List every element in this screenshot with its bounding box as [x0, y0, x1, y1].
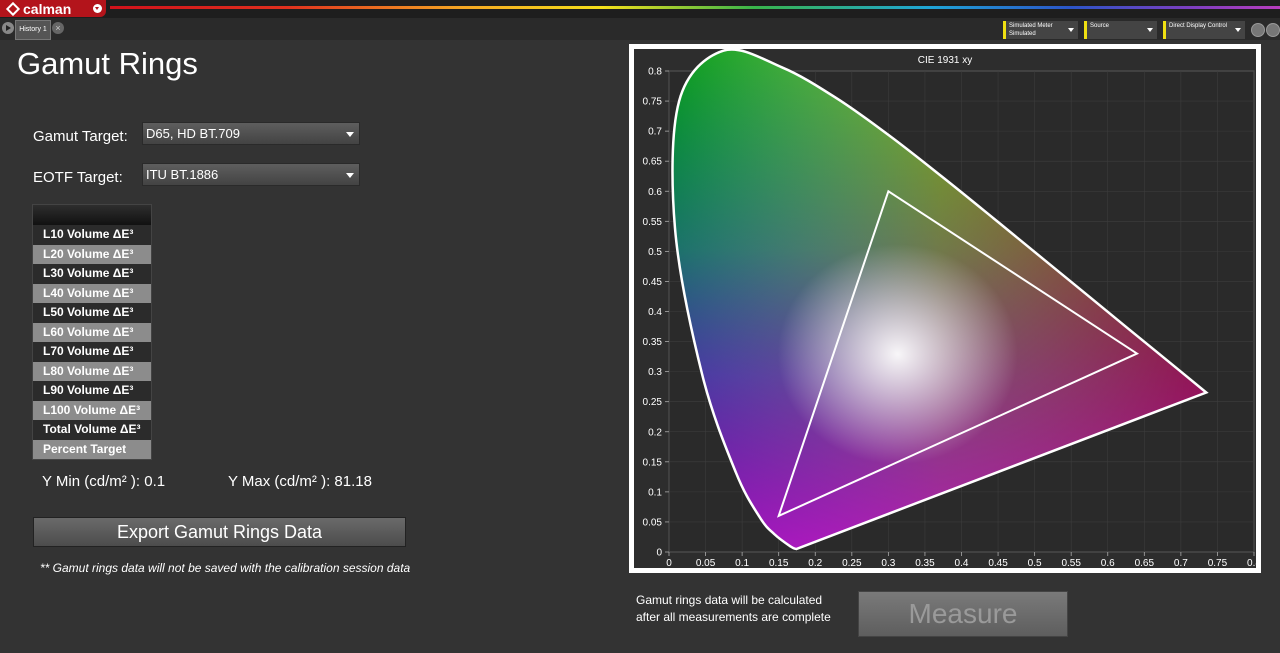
y-tick-label: 0.6	[648, 187, 662, 198]
cie-chart-svg: 0 0.05 0.1 0.15 0.2 0.25 0.3 0.35 0.4 0.45 0.5 0.55…	[643, 48, 1261, 569]
calman-logo-icon	[5, 1, 21, 16]
meter-sublabel: Simulated	[1009, 31, 1036, 37]
gamut-target-label: Gamut Target:	[33, 128, 128, 145]
y-tick-label: 0.8	[648, 67, 662, 78]
list-item[interactable]: Percent Target	[33, 439, 151, 459]
status-line-1: Gamut rings data will be calculated	[636, 593, 823, 607]
chevron-down-icon	[1235, 28, 1241, 32]
eotf-target-label: EOTF Target:	[33, 169, 123, 186]
list-item[interactable]: L100 Volume ΔE³	[33, 400, 151, 420]
y-tick-label: 0.05	[643, 517, 663, 528]
metrics-list: L10 Volume ΔE³ L20 Volume ΔE³ L30 Volume…	[32, 204, 152, 460]
page-title: Gamut Rings	[17, 46, 198, 81]
status-line-2: after all measurements are complete	[636, 610, 831, 624]
metrics-list-header	[33, 205, 151, 225]
status-text: Gamut rings data will be calculated afte…	[636, 592, 831, 626]
list-item[interactable]: L90 Volume ΔE³	[33, 381, 151, 401]
chevron-down-icon	[346, 132, 354, 137]
chevron-down-icon	[93, 4, 102, 13]
export-gamut-rings-button[interactable]: Export Gamut Rings Data	[33, 517, 406, 547]
chevron-down-icon	[1147, 28, 1153, 32]
x-tick-label: 0.1	[735, 558, 749, 568]
chart-title: CIE 1931 xy	[918, 55, 972, 66]
source-selector[interactable]: Source	[1084, 21, 1157, 39]
eotf-target-value: ITU BT.1886	[146, 167, 219, 182]
y-tick-label: 0.1	[648, 487, 662, 498]
list-item[interactable]: L10 Volume ΔE³	[33, 225, 151, 245]
session-note: ** Gamut rings data will not be saved wi…	[40, 561, 411, 575]
y-tick-label: 0.35	[643, 337, 663, 348]
cie-chart-frame: 0 0.05 0.1 0.15 0.2 0.25 0.3 0.35 0.4 0.45 0.5 0.55…	[629, 44, 1261, 573]
x-tick-label: 0.5	[1028, 558, 1042, 568]
tab-history-1[interactable]: History 1	[15, 20, 51, 40]
list-item[interactable]: L70 Volume ΔE³	[33, 342, 151, 362]
list-item[interactable]: L60 Volume ΔE³	[33, 322, 151, 342]
list-item[interactable]: L20 Volume ΔE³	[33, 244, 151, 264]
x-tick-label: 0.05	[696, 558, 716, 568]
app-menu-button[interactable]: calman	[0, 0, 106, 17]
x-tick-label: 0.2	[808, 558, 822, 568]
list-item[interactable]: Total Volume ΔE³	[33, 420, 151, 440]
y-tick-label: 0.4	[648, 307, 662, 318]
x-tick-label: 0.15	[769, 558, 789, 568]
x-tick-label: 0	[666, 558, 672, 568]
y-tick-label: 0.75	[643, 97, 663, 108]
display-control-selector[interactable]: Direct Display Control	[1163, 21, 1245, 39]
x-tick-label: 0.45	[988, 558, 1008, 568]
y-tick-label: 0.3	[648, 367, 662, 378]
x-tick-label: 0.65	[1135, 558, 1155, 568]
title-bar: calman	[0, 0, 1280, 18]
y-tick-label: 0.25	[643, 397, 663, 408]
y-min-readout: Y Min (cd/m² ): 0.1	[42, 473, 166, 490]
x-tick-label: 0.25	[842, 558, 862, 568]
y-tick-label: 0.7	[648, 127, 662, 138]
chevron-down-icon	[346, 173, 354, 178]
list-item[interactable]: L30 Volume ΔE³	[33, 264, 151, 284]
x-tick-label: 0.75	[1208, 558, 1228, 568]
y-tick-label: 0.5	[648, 247, 662, 258]
meter-selector[interactable]: Simulated Meter Simulated	[1003, 21, 1078, 39]
y-tick-label: 0.2	[648, 427, 662, 438]
y-tick-label: 0.15	[643, 457, 663, 468]
list-item[interactable]: L40 Volume ΔE³	[33, 283, 151, 303]
x-tick-label: 0.35	[915, 558, 935, 568]
display-control-label: Direct Display Control	[1169, 23, 1228, 29]
source-label: Source	[1090, 23, 1110, 29]
gamut-target-select[interactable]: D65, HD BT.709	[142, 122, 360, 145]
y-tick-label: 0.45	[643, 277, 663, 288]
list-item[interactable]: L80 Volume ΔE³	[33, 361, 151, 381]
x-tick-label: 0.3	[881, 558, 895, 568]
app-name: calman	[23, 0, 72, 17]
eotf-target-select[interactable]: ITU BT.1886	[142, 163, 360, 186]
close-tab-icon[interactable]: ×	[52, 22, 64, 34]
x-tick-label: 0.6	[1101, 558, 1115, 568]
meter-label: Simulated Meter	[1009, 23, 1053, 29]
rainbow-stripe	[110, 6, 1280, 9]
y-max-readout: Y Max (cd/m² ): 81.18	[228, 473, 372, 490]
settings-icon[interactable]	[1251, 23, 1265, 37]
measure-button[interactable]: Measure	[858, 591, 1068, 637]
x-tick-label: 0.8	[1247, 558, 1256, 568]
list-item[interactable]: L50 Volume ΔE³	[33, 303, 151, 323]
x-tick-label: 0.55	[1061, 558, 1081, 568]
chevron-down-icon	[1068, 28, 1074, 32]
y-tick-label: 0	[656, 548, 662, 559]
play-icon[interactable]	[2, 22, 14, 34]
more-icon[interactable]	[1266, 23, 1280, 37]
y-tick-label: 0.65	[643, 157, 663, 168]
gamut-target-value: D65, HD BT.709	[146, 126, 240, 141]
y-tick-label: 0.55	[643, 217, 663, 228]
x-tick-label: 0.4	[955, 558, 969, 568]
x-tick-label: 0.7	[1174, 558, 1188, 568]
cie-chart: 0 0.05 0.1 0.15 0.2 0.25 0.3 0.35 0.4 0.45 0.5 0.55…	[634, 48, 1261, 569]
